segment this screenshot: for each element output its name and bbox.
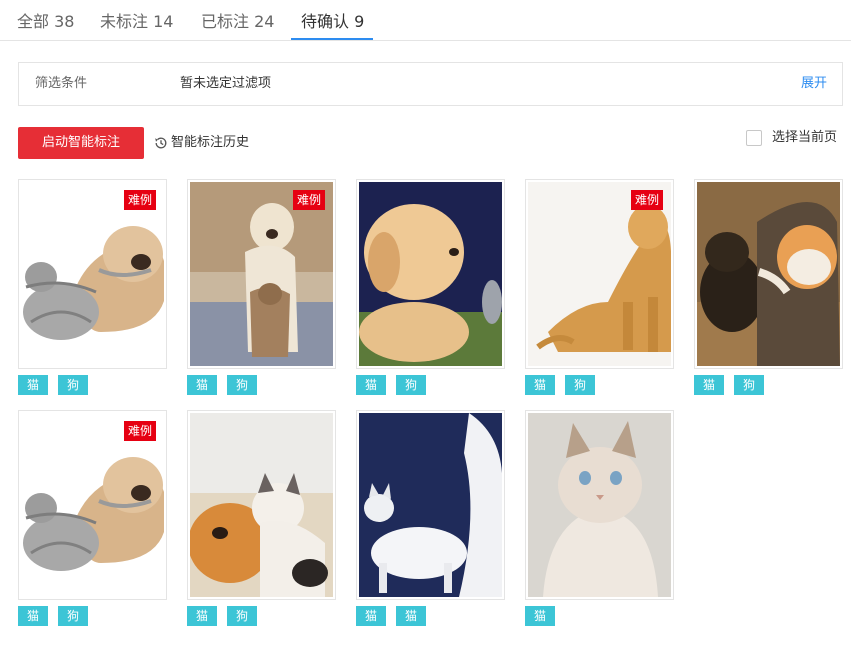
image-card[interactable]: 猫 bbox=[525, 410, 674, 626]
smart-labeling-history-link[interactable]: 智能标注历史 bbox=[154, 134, 249, 152]
image-thumbnail[interactable] bbox=[525, 410, 674, 600]
tab-all[interactable]: 全部 38 bbox=[17, 11, 74, 33]
hard-example-badge: 难例 bbox=[630, 190, 663, 210]
puppy-and-cat-photo bbox=[697, 182, 840, 366]
image-card[interactable]: 难例 猫 狗 bbox=[187, 179, 336, 395]
tag-dog[interactable]: 狗 bbox=[396, 375, 426, 395]
image-thumbnail[interactable] bbox=[356, 410, 505, 600]
image-card[interactable]: 猫 狗 bbox=[187, 410, 336, 626]
filter-panel: 筛选条件 暂未选定过滤项 展开 bbox=[18, 62, 843, 106]
tag-dog[interactable]: 狗 bbox=[734, 375, 764, 395]
tag-list: 猫 猫 bbox=[356, 606, 436, 626]
image-card[interactable]: 难例 猫 狗 bbox=[18, 410, 167, 626]
puppy-and-kitten-photo bbox=[359, 182, 502, 366]
tag-dog[interactable]: 狗 bbox=[565, 375, 595, 395]
expand-filter-link[interactable]: 展开 bbox=[801, 75, 827, 93]
select-page-label: 选择当前页 bbox=[772, 130, 838, 145]
tag-cat[interactable]: 猫 bbox=[356, 375, 386, 395]
image-card[interactable]: 猫 狗 bbox=[356, 179, 505, 395]
image-thumbnail[interactable]: 难例 bbox=[18, 179, 167, 369]
ragdoll-cat-photo bbox=[528, 413, 671, 597]
tab-labeled[interactable]: 已标注 24 bbox=[201, 11, 274, 33]
hard-example-badge: 难例 bbox=[123, 421, 156, 441]
hard-example-badge: 难例 bbox=[123, 190, 156, 210]
active-tab-indicator bbox=[291, 38, 373, 40]
tag-list: 猫 狗 bbox=[694, 375, 774, 395]
image-card[interactable]: 猫 猫 bbox=[356, 410, 505, 626]
image-card[interactable]: 难例 猫 狗 bbox=[525, 179, 674, 395]
tag-cat[interactable]: 猫 bbox=[525, 375, 555, 395]
tag-dog[interactable]: 狗 bbox=[227, 606, 257, 626]
history-label: 智能标注历史 bbox=[171, 135, 250, 150]
filter-label: 筛选条件 bbox=[35, 76, 88, 91]
tag-cat[interactable]: 猫 bbox=[18, 606, 48, 626]
select-page-checkbox[interactable] bbox=[746, 130, 762, 146]
kitten-and-puppy-photo bbox=[190, 413, 333, 597]
start-smart-labeling-button[interactable]: 启动智能标注 bbox=[18, 127, 144, 159]
image-card[interactable]: 难例 猫 狗 bbox=[18, 179, 167, 395]
history-icon bbox=[155, 137, 167, 149]
image-card[interactable]: 猫 狗 bbox=[694, 179, 843, 395]
tag-dog[interactable]: 狗 bbox=[58, 375, 88, 395]
select-current-page[interactable]: 选择当前页 bbox=[746, 129, 837, 147]
filter-value: 暂未选定过滤项 bbox=[180, 76, 272, 91]
image-thumbnail[interactable] bbox=[356, 179, 505, 369]
image-thumbnail[interactable]: 难例 bbox=[187, 179, 336, 369]
white-cats-photo bbox=[359, 413, 502, 597]
tab-unlabeled[interactable]: 未标注 14 bbox=[100, 11, 173, 33]
tag-list: 猫 bbox=[525, 606, 565, 626]
tab-pending[interactable]: 待确认 9 bbox=[301, 11, 364, 33]
tag-list: 猫 狗 bbox=[187, 375, 267, 395]
hard-example-badge: 难例 bbox=[292, 190, 325, 210]
tag-cat[interactable]: 猫 bbox=[694, 375, 724, 395]
image-thumbnail[interactable]: 难例 bbox=[525, 179, 674, 369]
tag-list: 猫 狗 bbox=[18, 375, 98, 395]
image-thumbnail[interactable] bbox=[694, 179, 843, 369]
tag-dog[interactable]: 狗 bbox=[227, 375, 257, 395]
image-thumbnail[interactable]: 难例 bbox=[18, 410, 167, 600]
tag-cat[interactable]: 猫 bbox=[525, 606, 555, 626]
tag-cat[interactable]: 猫 bbox=[18, 375, 48, 395]
tag-list: 猫 狗 bbox=[356, 375, 436, 395]
tag-cat[interactable]: 猫 bbox=[356, 606, 386, 626]
tag-cat[interactable]: 猫 bbox=[396, 606, 426, 626]
tag-cat[interactable]: 猫 bbox=[187, 606, 217, 626]
tag-dog[interactable]: 狗 bbox=[58, 606, 88, 626]
tab-bar: 全部 38 未标注 14 已标注 24 待确认 9 bbox=[0, 0, 851, 41]
tag-list: 猫 狗 bbox=[18, 606, 98, 626]
tag-list: 猫 狗 bbox=[525, 375, 605, 395]
tag-cat[interactable]: 猫 bbox=[187, 375, 217, 395]
tag-list: 猫 狗 bbox=[187, 606, 267, 626]
image-thumbnail[interactable] bbox=[187, 410, 336, 600]
